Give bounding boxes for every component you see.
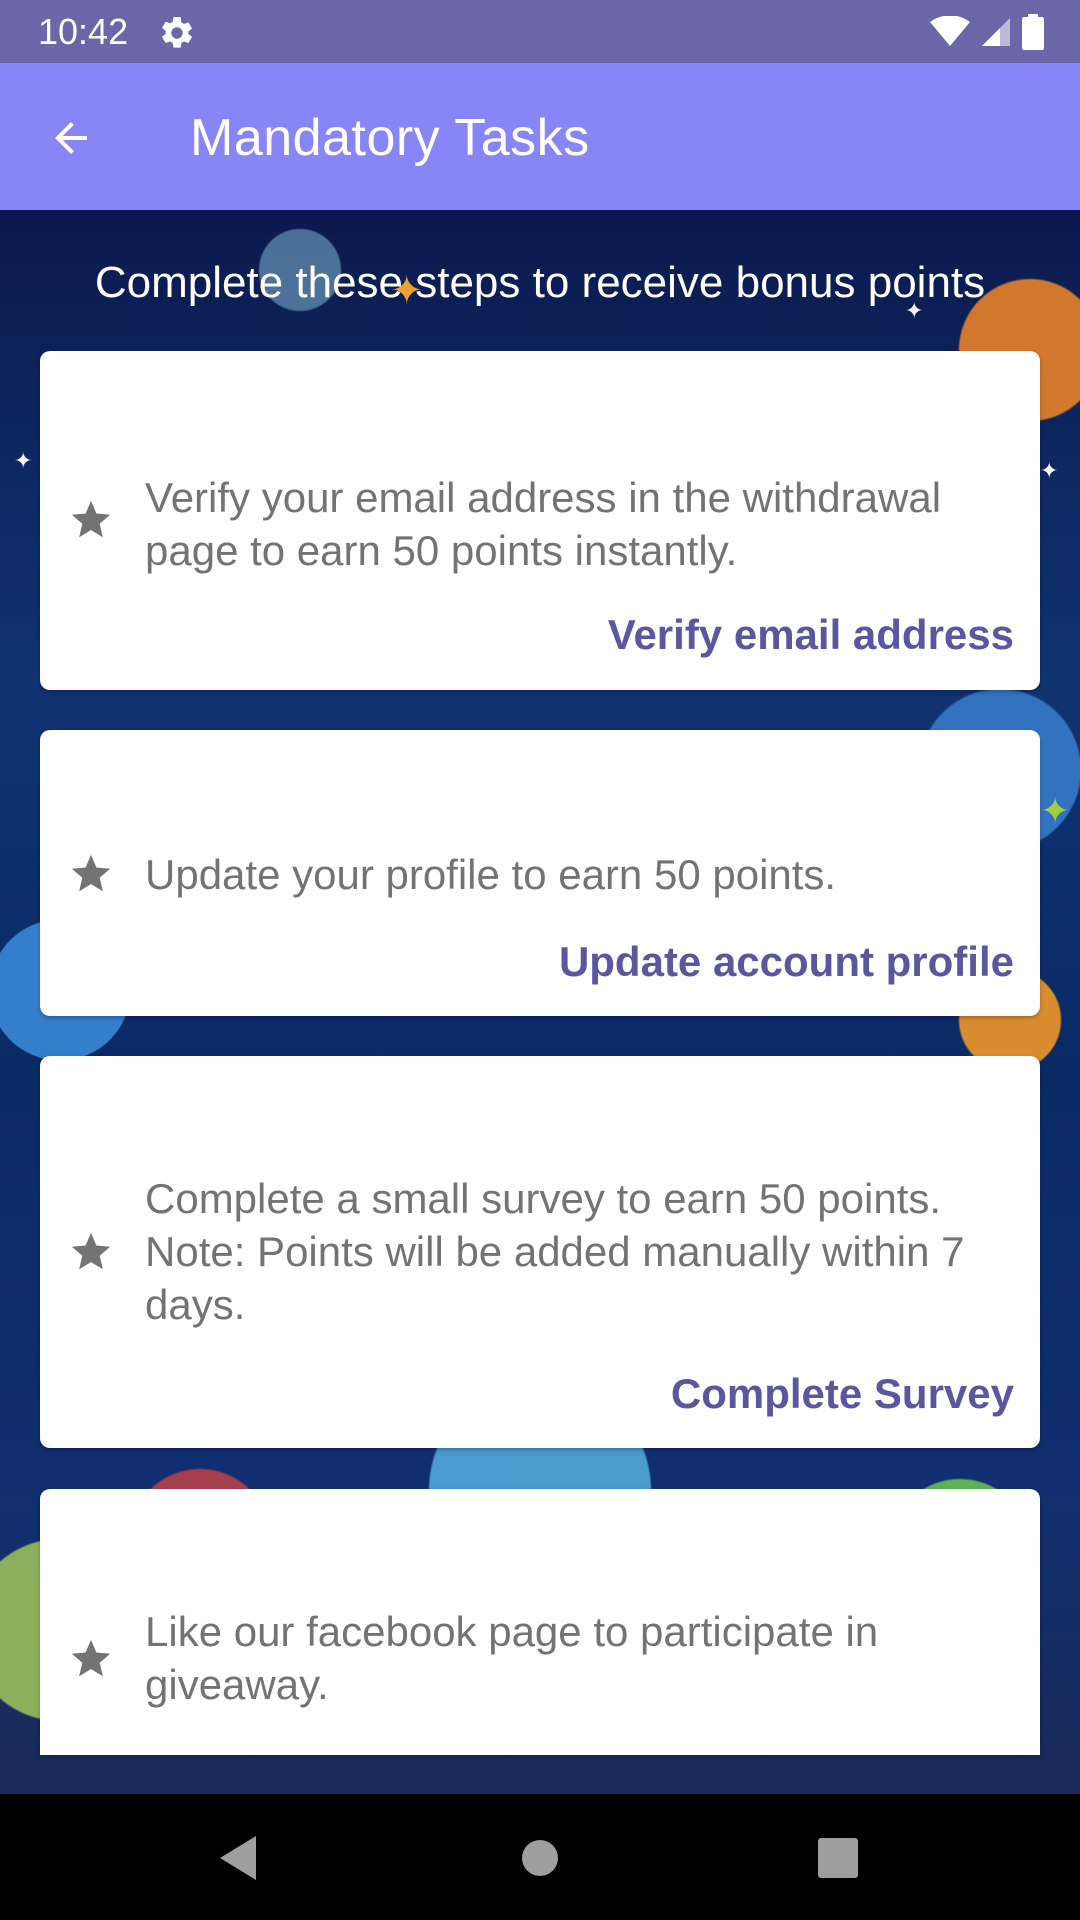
task-description-line-2: Note: Points will be added manually with…	[145, 1228, 965, 1275]
nav-home-button[interactable]	[510, 1828, 570, 1888]
task-description-line-1: Complete a small survey to earn 50 point…	[145, 1175, 942, 1222]
star-icon	[71, 1232, 111, 1270]
status-icons	[930, 12, 1044, 52]
task-description: Update your profile to earn 50 points.	[145, 851, 837, 898]
task-card-verify-email: Verify your email address in the withdra…	[40, 351, 1040, 690]
task-description-line-3: days.	[145, 1281, 246, 1328]
star-icon	[71, 500, 111, 538]
star-icon	[71, 1639, 111, 1677]
back-triangle-icon	[220, 1836, 256, 1880]
task-description: Verify your email address in the withdra…	[145, 474, 953, 574]
task-card-update-profile: Update your profile to earn 50 points. U…	[40, 730, 1040, 1016]
decor-star-icon: ✦	[1040, 458, 1059, 483]
signal-icon	[982, 18, 1010, 46]
complete-survey-button[interactable]: Complete Survey	[671, 1368, 1014, 1420]
nav-recents-button[interactable]	[808, 1828, 868, 1888]
navigation-bar	[0, 1794, 1080, 1920]
wifi-icon	[930, 16, 970, 46]
recents-square-icon	[818, 1838, 858, 1878]
home-circle-icon	[522, 1840, 558, 1876]
screen: 10:42 Mandatory Tasks ✦ ✦ ✦ ✦ ✦ Complete…	[0, 0, 1080, 1920]
decor-star-icon: ✦	[1040, 790, 1071, 831]
battery-icon	[1022, 14, 1044, 50]
instructions-text: Complete these steps to receive bonus po…	[94, 258, 986, 307]
task-card-survey: Complete a small survey to earn 50 point…	[40, 1056, 1040, 1448]
update-profile-button[interactable]: Update account profile	[559, 936, 1014, 988]
task-description: Like our facebook page to participate in…	[145, 1608, 890, 1708]
settings-icon	[162, 17, 192, 48]
app-bar: Mandatory Tasks	[0, 63, 1080, 210]
back-button[interactable]	[36, 103, 106, 173]
verify-email-button[interactable]: Verify email address	[608, 609, 1014, 661]
status-time: 10:42	[38, 11, 129, 52]
star-icon	[71, 854, 111, 892]
arrow-back-icon	[55, 122, 87, 154]
status-bar: 10:42	[0, 0, 1080, 63]
decor-star-icon: ✦	[14, 448, 33, 473]
page-title: Mandatory Tasks	[190, 109, 590, 167]
nav-back-button[interactable]	[208, 1828, 268, 1888]
task-card-facebook: Like our facebook page to participate in…	[40, 1489, 1040, 1755]
